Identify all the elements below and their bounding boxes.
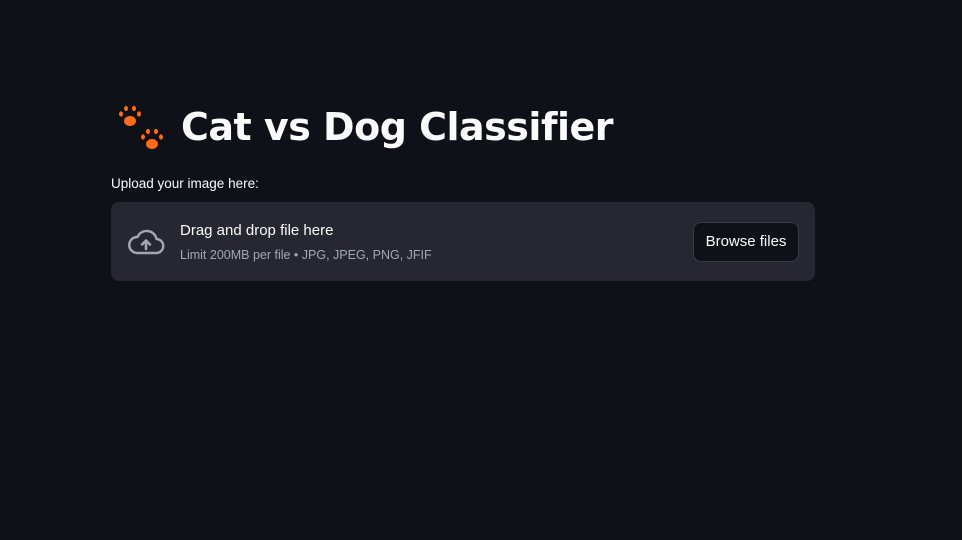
app-root: Cat vs Dog Classifier Upload your image … [0,0,962,540]
dropzone-instruction: Drag and drop file here [180,221,334,239]
browse-files-button[interactable]: Browse files [693,221,799,262]
paw-prints-icon [111,98,169,156]
cloud-upload-icon [127,223,165,261]
dropzone-text: Drag and drop file here Limit 200MB per … [180,220,693,264]
main-content: Cat vs Dog Classifier Upload your image … [111,96,815,281]
file-dropzone[interactable]: Drag and drop file here Limit 200MB per … [111,202,815,281]
title-row: Cat vs Dog Classifier [111,96,815,158]
upload-label: Upload your image here: [111,176,259,191]
page-title: Cat vs Dog Classifier [181,105,614,149]
file-limit-text: Limit 200MB per file • JPG, JPEG, PNG, J… [180,247,432,262]
